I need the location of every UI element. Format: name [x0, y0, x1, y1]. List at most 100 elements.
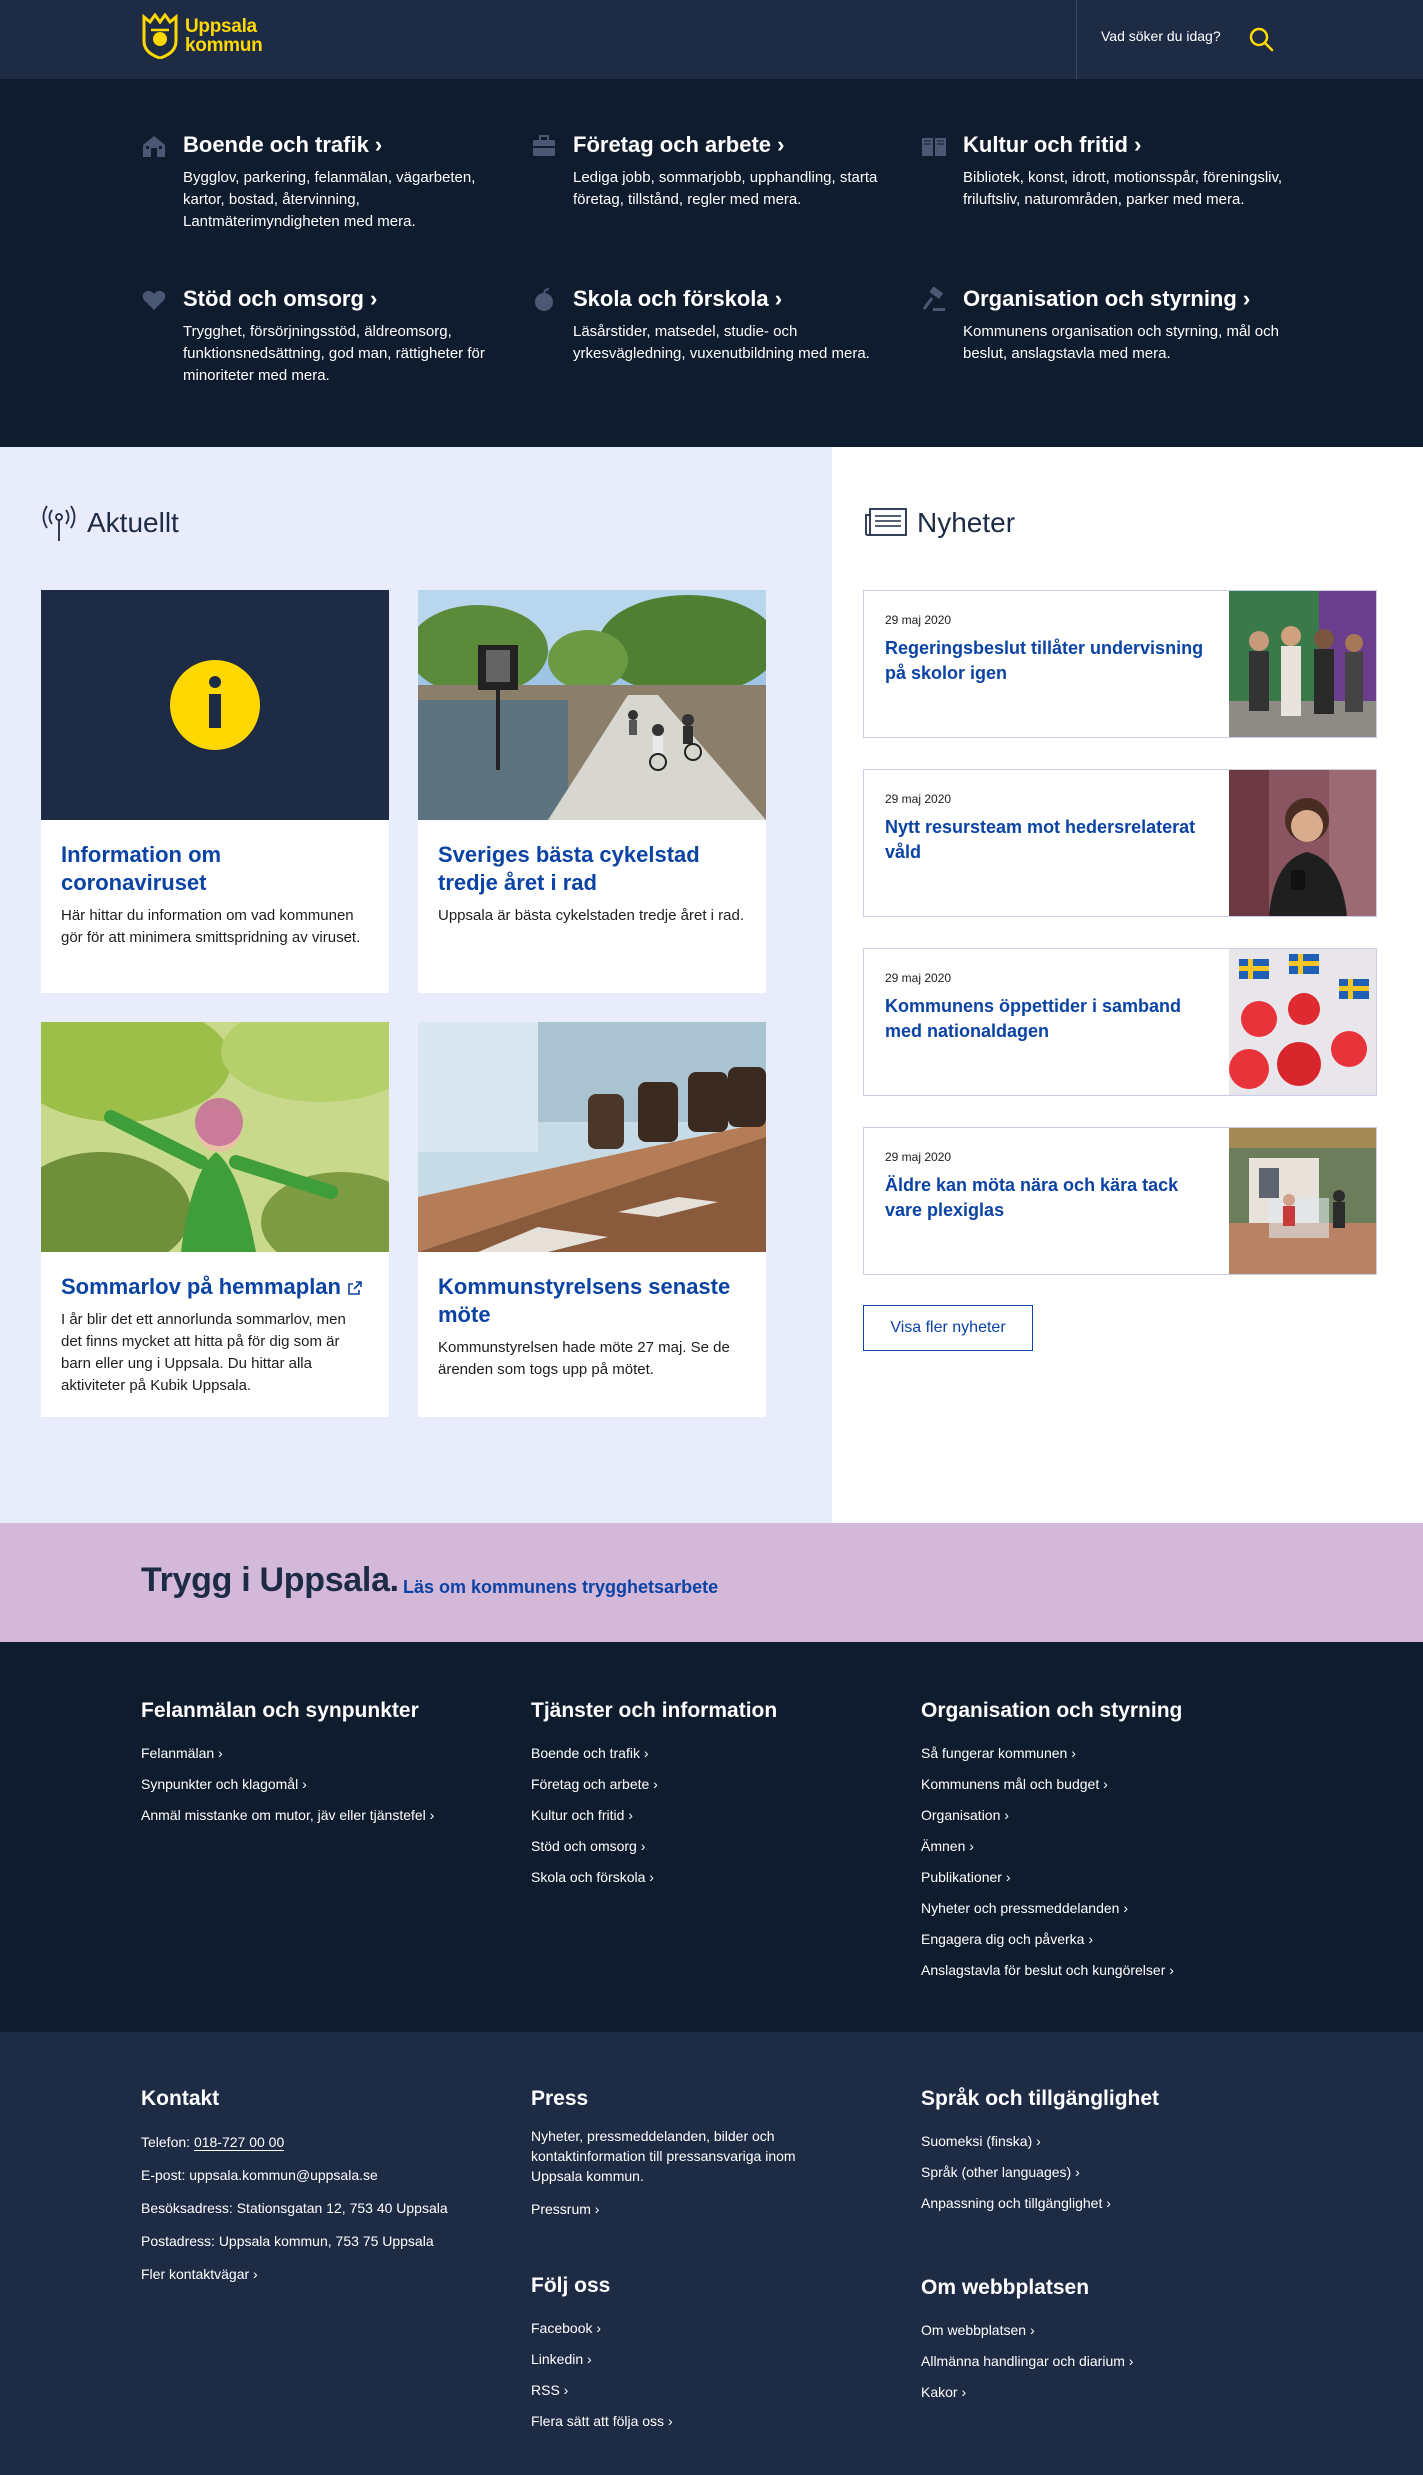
more-news-button[interactable]: Visa fler nyheter: [863, 1305, 1033, 1351]
category-description: Lediga jobb, sommarjobb, upphandling, st…: [573, 169, 878, 208]
press-text: Nyheter, pressmeddelanden, bilder och ko…: [531, 2128, 796, 2184]
search-area: [1076, 0, 1423, 79]
news-item[interactable]: 29 maj 2020 Kommunens öppettider i samba…: [863, 948, 1377, 1096]
news-date: 29 maj 2020: [885, 613, 952, 627]
contact-phone: Telefon: 018-727 00 00: [141, 2126, 521, 2159]
footer-col-kontakt: Kontakt Telefon: 018-727 00 00 E-post: u…: [141, 2086, 521, 2291]
students-photo: [1229, 591, 1376, 737]
footer-link[interactable]: Engagera dig och påverka ›: [921, 1931, 1093, 1947]
nyheter-section: Nyheter 29 maj 2020 Regeringsbeslut till…: [832, 447, 1423, 1523]
category-title: Företag och arbete ›: [573, 132, 785, 157]
aktuellt-heading: Aktuellt: [41, 503, 179, 543]
news-item[interactable]: 29 maj 2020 Äldre kan möta nära och kära…: [863, 1127, 1377, 1275]
footer-col-language: Språk och tillgänglighet Suomeksi (finsk…: [921, 2086, 1301, 2219]
footer-link[interactable]: Boende och trafik ›: [531, 1745, 649, 1761]
footer-link[interactable]: Ämnen ›: [921, 1838, 974, 1854]
footer-link[interactable]: Felanmälan ›: [141, 1745, 223, 1761]
summer-photo: [41, 1022, 389, 1252]
crown-shield-icon: [142, 13, 178, 59]
footer-heading: Följ oss: [531, 2274, 611, 2297]
strawberries-flags-photo: [1229, 949, 1376, 1095]
trygg-banner: Trygg i Uppsala. Läs om kommunens tryggh…: [0, 1523, 1423, 1642]
card-title-text: Sommarlov på hemmaplan: [61, 1274, 341, 1299]
footer-link[interactable]: Så fungerar kommunen ›: [921, 1745, 1076, 1761]
card-text: Här hittar du information om vad kommune…: [61, 907, 361, 946]
category-title: Boende och trafik ›: [183, 132, 383, 157]
footer-col-felanmalan: Felanmälan och synpunkter Felanmälan › S…: [141, 1698, 521, 1831]
trygg-link[interactable]: Läs om kommunens trygghetsarbete: [403, 1577, 718, 1598]
public-records-link[interactable]: Allmänna handlingar och diarium ›: [921, 2353, 1133, 2369]
category-title: Organisation och styrning ›: [963, 286, 1251, 311]
category-title: Kultur och fritid ›: [963, 132, 1142, 157]
footer-link[interactable]: Kultur och fritid ›: [531, 1807, 633, 1823]
house-icon: [143, 136, 165, 157]
broadcast-icon: [42, 505, 76, 541]
footer-info: Kontakt Telefon: 018-727 00 00 E-post: u…: [0, 2032, 1423, 2475]
info-image: [41, 590, 389, 820]
footer-col-tjanster: Tjänster och information Boende och traf…: [531, 1698, 911, 1893]
phone-link[interactable]: 018-727 00 00: [193, 2134, 285, 2151]
trygg-title: Trygg i Uppsala.: [141, 1561, 399, 1599]
footer-col-follow: Följ oss Facebook › Linkedin › RSS › Fle…: [531, 2273, 911, 2437]
footer-link[interactable]: Företag och arbete ›: [531, 1776, 658, 1792]
footer-link[interactable]: Synpunkter och klagomål ›: [141, 1776, 307, 1792]
logo-line-1: Uppsala: [185, 16, 257, 37]
email-link[interactable]: E-post: uppsala.kommun@uppsala.se: [141, 2167, 378, 2183]
footer-heading: Om webbplatsen: [921, 2276, 1090, 2299]
rss-link[interactable]: RSS ›: [531, 2382, 568, 2398]
card-title: Kommunstyrelsens senaste möte: [438, 1274, 731, 1327]
card-kommunstyrelsen[interactable]: Kommunstyrelsens senaste möte Kommunstyr…: [418, 1022, 766, 1417]
search-button[interactable]: [1247, 26, 1275, 54]
uppsala-kommun-logo[interactable]: Uppsala kommun: [141, 13, 263, 59]
footer-heading: Kontakt: [141, 2087, 220, 2110]
more-contact-link[interactable]: Fler kontaktvägar ›: [141, 2266, 258, 2282]
footer-link[interactable]: Skola och förskola ›: [531, 1869, 654, 1885]
footer-heading: Tjänster och information: [531, 1699, 778, 1722]
category-navigation: Boende och trafik › Bygglov, parkering, …: [0, 79, 1423, 447]
postal-address: Postadress: Uppsala kommun, 753 75 Uppsa…: [141, 2233, 434, 2249]
aktuellt-title: Aktuellt: [87, 507, 179, 538]
news-item[interactable]: 29 maj 2020 Regeringsbeslut tillåter und…: [863, 590, 1377, 738]
external-link-icon: [348, 1281, 362, 1295]
card-sommarlov[interactable]: Sommarlov på hemmaplan I år blir det ett…: [41, 1022, 389, 1417]
footer-col-press: Press Nyheter, pressmeddelanden, bilder …: [531, 2086, 911, 2225]
footer-col-about: Om webbplatsen Om webbplatsen › Allmänna…: [921, 2275, 1301, 2408]
logo-line-2: kommun: [185, 35, 263, 56]
news-title: Kommunens öppettider i samband med natio…: [885, 996, 1182, 1041]
cookies-link[interactable]: Kakor ›: [921, 2384, 966, 2400]
nyheter-title: Nyheter: [917, 507, 1016, 538]
info-icon: [170, 660, 260, 750]
footer-heading: Press: [531, 2087, 589, 2110]
footer-link[interactable]: Anmäl misstanke om mutor, jäv eller tjän…: [141, 1807, 434, 1823]
news-title: Äldre kan möta nära och kära tack vare p…: [885, 1175, 1179, 1220]
footer-link[interactable]: Stöd och omsorg ›: [531, 1838, 645, 1854]
footer-link[interactable]: Publikationer ›: [921, 1869, 1011, 1885]
news-item[interactable]: 29 maj 2020 Nytt resursteam mot hedersre…: [863, 769, 1377, 917]
nyheter-heading: Nyheter: [865, 507, 1015, 539]
about-site-link[interactable]: Om webbplatsen ›: [921, 2322, 1035, 2338]
card-coronavirus[interactable]: Information om coronaviruset Här hittar …: [41, 590, 389, 993]
languages-link[interactable]: Språk (other languages) ›: [921, 2164, 1080, 2180]
linkedin-link[interactable]: Linkedin ›: [531, 2351, 592, 2367]
pressrum-link[interactable]: Pressrum ›: [531, 2201, 599, 2217]
plexiglass-visit-photo: [1229, 1128, 1376, 1274]
apple-icon: [535, 288, 553, 311]
footer-link[interactable]: Kommunens mål och budget ›: [921, 1776, 1108, 1792]
girl-with-phone-photo: [1229, 770, 1376, 916]
facebook-link[interactable]: Facebook ›: [531, 2320, 601, 2336]
accessibility-link[interactable]: Anpassning och tillgänglighet ›: [921, 2195, 1111, 2211]
news-title: Nytt resursteam mot hedersrelaterat våld: [885, 817, 1196, 862]
card-title: Information om coronaviruset: [61, 842, 222, 895]
category-title: Skola och förskola ›: [573, 286, 783, 311]
phone-label: Telefon:: [141, 2134, 194, 2150]
footer-link[interactable]: Organisation ›: [921, 1807, 1009, 1823]
more-follow-link[interactable]: Flera sätt att följa oss ›: [531, 2413, 673, 2429]
category-description: Läsårstider, matsedel, studie- och yrkes…: [573, 323, 870, 362]
footer-link[interactable]: Nyheter och pressmeddelanden ›: [921, 1900, 1128, 1916]
footer-link[interactable]: Anslagstavla för beslut och kungörelser …: [921, 1962, 1174, 1978]
book-icon: [922, 138, 946, 156]
card-cykelstad[interactable]: Sveriges bästa cykelstad tredje året i r…: [418, 590, 766, 993]
footer-links: Felanmälan och synpunkter Felanmälan › S…: [0, 1642, 1423, 2032]
category-title: Stöd och omsorg ›: [183, 286, 378, 311]
finnish-link[interactable]: Suomeksi (finska) ›: [921, 2133, 1041, 2149]
